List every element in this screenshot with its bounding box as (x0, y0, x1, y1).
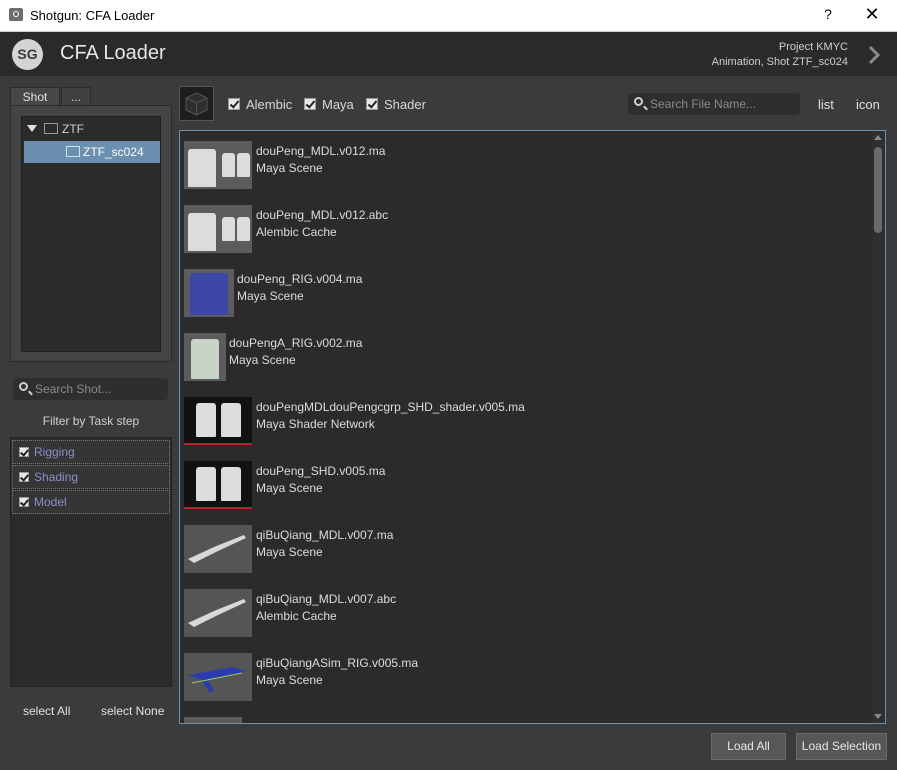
context-info: Project KMYC Animation, Shot ZTF_sc024 (712, 40, 848, 70)
step-checkbox[interactable] (19, 497, 29, 507)
search-icon (19, 382, 28, 391)
tree-item-ztf[interactable]: ZTF (22, 118, 160, 140)
tree-item-ztf-sc024[interactable]: ZTF_sc024 (24, 141, 160, 163)
scroll-thumb[interactable] (874, 147, 882, 233)
file-name: douPeng_MDL.v012.abc (256, 208, 389, 222)
select-none-button[interactable]: select None (101, 704, 164, 718)
step-label: Model (34, 495, 67, 509)
file-thumbnail (184, 589, 252, 637)
load-selection-button[interactable]: Load Selection (796, 733, 887, 760)
scroll-up-icon[interactable] (874, 135, 882, 140)
tree-item-label: ZTF_sc024 (83, 145, 144, 159)
file-item[interactable]: qiBuQiang_MDL.v007.ma Maya Scene (184, 525, 864, 575)
app-icon (9, 8, 23, 21)
file-type: Maya Scene (256, 673, 323, 687)
select-all-button[interactable]: select All (23, 704, 70, 718)
file-name: douPengA_RIG.v002.ma (229, 336, 363, 350)
file-thumbnail (184, 461, 252, 509)
file-item[interactable]: douPeng_MDL.v012.ma Maya Scene (184, 141, 864, 191)
search-icon (634, 97, 643, 106)
file-item[interactable]: qiBuQiang_MDL.v007.abc Alembic Cache (184, 589, 864, 639)
file-thumbnail (184, 717, 242, 723)
project-label: Project KMYC (778, 41, 848, 53)
file-type: Alembic Cache (256, 225, 337, 239)
file-name: qiBuQiang_MDL.v007.ma (256, 528, 394, 542)
step-shading[interactable]: Shading (12, 465, 170, 489)
file-name: qiBuQiang_MDL.v007.abc (256, 592, 397, 606)
file-search-input[interactable] (650, 93, 795, 115)
tab-shot[interactable]: Shot (10, 87, 60, 106)
shot-search-input[interactable] (35, 378, 163, 400)
file-item[interactable]: qiBuQiangASim_RIG.v005.ma Maya Scene (184, 653, 864, 703)
file-item[interactable]: douPeng_MDL.v012.abc Alembic Cache (184, 205, 864, 255)
filter-label: Shader (384, 97, 426, 112)
view-icon-button[interactable]: icon (856, 97, 880, 112)
file-thumbnail (184, 205, 252, 253)
cube-icon[interactable] (179, 86, 214, 121)
filter-by-task-label: Filter by Task step (42, 414, 140, 428)
file-list: douPeng_MDL.v012.ma Maya Scene douPeng_M… (179, 130, 886, 724)
file-list-scrollbar[interactable] (871, 131, 885, 723)
step-checkbox[interactable] (19, 472, 29, 482)
tab-more[interactable]: ... (61, 87, 91, 106)
shot-tree: ZTF ZTF_sc024 (21, 116, 161, 352)
shot-search-box[interactable] (13, 378, 168, 400)
file-type: Maya Scene (229, 353, 296, 367)
file-item[interactable]: douPengA_RIG.v002.ma Maya Scene (184, 333, 864, 383)
file-name: douPengMDLdouPengcgrp_SHD_shader.v005.ma (256, 400, 525, 414)
file-item[interactable]: douPengMDLdouPengcgrp_SHD_shader.v005.ma… (184, 397, 864, 447)
file-type: Maya Scene (256, 481, 323, 495)
window-titlebar: Shotgun: CFA Loader ? ✕ (0, 0, 897, 32)
context-label: Animation, Shot ZTF_sc024 (711, 56, 848, 68)
file-type: Maya Shader Network (256, 417, 375, 431)
app-title: CFA Loader (60, 42, 166, 64)
load-all-button[interactable]: Load All (711, 733, 786, 760)
expand-arrow-icon[interactable] (27, 125, 37, 132)
file-type: Alembic Cache (256, 609, 337, 623)
file-item[interactable]: douPeng_SHD.v005.ma Maya Scene (184, 461, 864, 511)
file-type: Maya Scene (256, 545, 323, 559)
file-item-partial[interactable] (184, 717, 864, 723)
scroll-down-icon[interactable] (874, 714, 882, 719)
filter-checkbox[interactable] (304, 98, 316, 110)
step-checkbox[interactable] (19, 447, 29, 457)
file-thumbnail (184, 333, 226, 381)
help-button[interactable]: ? (819, 6, 837, 22)
file-thumbnail (184, 525, 252, 573)
file-name: douPeng_RIG.v004.ma (237, 272, 363, 286)
file-name: qiBuQiangASim_RIG.v005.ma (256, 656, 419, 670)
filter-checkbox[interactable] (228, 98, 240, 110)
shotgun-logo: SG (12, 39, 43, 70)
app-header: SG CFA Loader Project KMYC Animation, Sh… (0, 32, 897, 76)
file-search-box[interactable] (628, 93, 800, 115)
file-name: douPeng_SHD.v005.ma (256, 464, 386, 478)
step-model[interactable]: Model (12, 490, 170, 514)
file-thumbnail (184, 397, 252, 445)
view-list-button[interactable]: list (818, 97, 834, 112)
tree-item-label: ZTF (62, 122, 84, 136)
step-label: Shading (34, 470, 79, 484)
file-type: Maya Scene (256, 161, 323, 175)
shot-icon (66, 146, 80, 157)
filter-checkbox[interactable] (366, 98, 378, 110)
filter-label: Alembic (246, 97, 293, 112)
close-button[interactable]: ✕ (862, 4, 882, 25)
file-name: douPeng_MDL.v012.ma (256, 144, 386, 158)
filter-label: Maya (322, 97, 354, 112)
chevron-right-icon[interactable] (866, 44, 882, 66)
step-rigging[interactable]: Rigging (12, 440, 170, 464)
task-step-list: Rigging Shading Model (10, 437, 172, 687)
cube-glyph (185, 92, 208, 116)
file-thumbnail (184, 141, 252, 189)
sequence-icon (44, 123, 58, 134)
file-thumbnail (184, 269, 234, 317)
file-type: Maya Scene (237, 289, 304, 303)
window-title: Shotgun: CFA Loader (30, 8, 155, 23)
file-thumbnail (184, 653, 252, 701)
file-item[interactable]: douPeng_RIG.v004.ma Maya Scene (184, 269, 864, 319)
step-label: Rigging (34, 445, 75, 459)
